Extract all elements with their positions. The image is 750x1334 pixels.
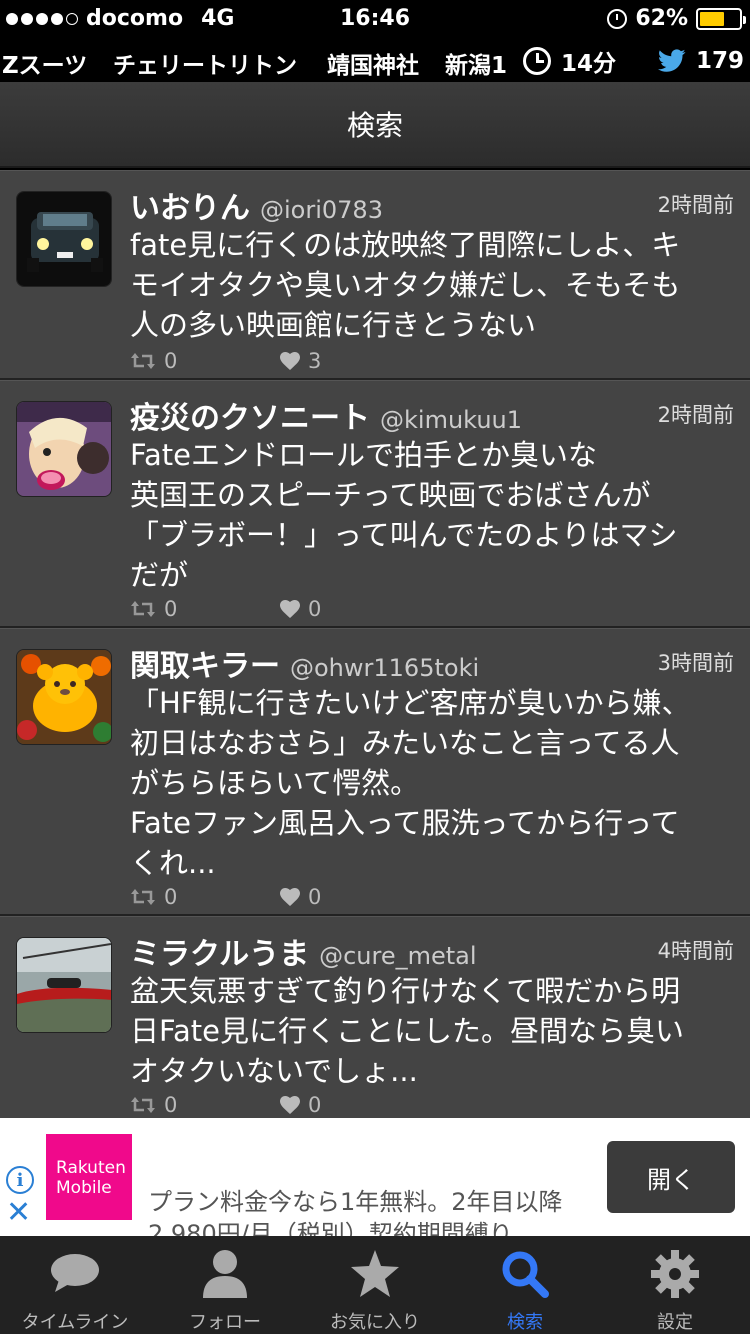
retweet-button[interactable]: 0 xyxy=(130,349,280,373)
tweet-text: Fateエンドロールで拍手とか臭いな 英国王のスピーチって映画でおばさんが 「ブ… xyxy=(130,438,678,592)
clock-icon xyxy=(522,47,551,75)
ad-open-button[interactable]: 開く xyxy=(607,1141,735,1213)
tab-search[interactable]: 検索 xyxy=(450,1236,600,1334)
page-header: 検索 xyxy=(0,82,750,168)
heart-icon xyxy=(280,888,300,906)
ad-logo[interactable]: Rakuten Mobile xyxy=(46,1134,132,1220)
retweet-button[interactable]: 0 xyxy=(130,1093,280,1117)
like-count: 3 xyxy=(308,349,322,373)
tweet-text: 「HF観に行きたいけど客席が臭いから嫌、 初日はなおさら」みたいなこと言ってる人… xyxy=(130,686,691,880)
like-count: 0 xyxy=(308,597,322,621)
trends-status: 14分 179 xyxy=(518,40,750,82)
battery-fill xyxy=(700,11,724,26)
heart-icon xyxy=(280,600,300,618)
user-handle[interactable]: @ohwr1165toki xyxy=(290,654,479,682)
tweet-header: 疫災のクソニート @kimukuu1 2時間前 xyxy=(130,393,734,436)
tweet-actions: 0 0 xyxy=(130,597,430,621)
tweet-header: ミラクルうま @cure_metal 4時間前 xyxy=(130,929,734,972)
close-icon[interactable]: ✕ xyxy=(6,1198,31,1228)
tab-settings[interactable]: 設定 xyxy=(600,1236,750,1334)
tweet-header: いおりん @iori0783 2時間前 xyxy=(130,183,734,226)
tab-label: お気に入り xyxy=(330,1312,420,1333)
avatar[interactable] xyxy=(16,937,112,1033)
retweet-icon xyxy=(131,889,155,905)
search-icon xyxy=(502,1251,549,1298)
tweet-actions: 0 0 xyxy=(130,1093,430,1117)
tab-label: 検索 xyxy=(507,1312,543,1333)
tab-label: タイムライン xyxy=(21,1312,129,1333)
retweet-icon xyxy=(131,601,155,617)
tweet-item[interactable]: 疫災のクソニート @kimukuu1 2時間前 Fateエンドロールで拍手とか臭い… xyxy=(0,380,750,628)
ad-logo-line1: Rakuten xyxy=(56,1158,126,1178)
retweet-count: 0 xyxy=(164,597,178,621)
tweet-time: 3時間前 xyxy=(657,651,734,675)
avatar[interactable] xyxy=(16,649,112,745)
tab-label: フォロー xyxy=(189,1312,261,1333)
retweet-count: 0 xyxy=(164,1093,178,1117)
trend-item[interactable]: 靖国神社 xyxy=(327,46,419,80)
star-icon xyxy=(351,1250,399,1297)
trend-item[interactable]: Zスーツ xyxy=(2,46,87,80)
tweet-text: fate見に行くのは放映終了間際にしよ、キ モイオタクや臭いオタク嫌だし、そもそ… xyxy=(130,228,681,342)
info-icon[interactable]: i xyxy=(6,1166,34,1194)
gear-icon xyxy=(651,1250,699,1298)
tweet-item[interactable]: いおりん @iori0783 2時間前 fate見に行くのは放映終了間際にしよ、キ… xyxy=(0,170,750,380)
ad-logo-line2: Mobile xyxy=(56,1178,112,1198)
speech-bubble-icon xyxy=(51,1254,99,1292)
tweet-header: 関取キラー @ohwr1165toki 3時間前 xyxy=(130,641,734,684)
tweet-item[interactable]: ミラクルうま @cure_metal 4時間前 盆天気悪すぎて釣り行けなくて暇だか… xyxy=(0,916,750,1120)
retweet-button[interactable]: 0 xyxy=(130,885,280,909)
avatar[interactable] xyxy=(16,401,112,497)
user-handle[interactable]: @cure_metal xyxy=(319,942,476,970)
retweet-count: 0 xyxy=(164,885,178,909)
avatar[interactable] xyxy=(16,191,112,287)
user-handle[interactable]: @kimukuu1 xyxy=(380,406,522,434)
tab-bar: タイムライン フォロー お気に入り 検索 設定 xyxy=(0,1236,750,1334)
trend-item[interactable]: チェリートリトン xyxy=(113,46,297,80)
battery-icon xyxy=(696,7,746,30)
bird-icon xyxy=(657,49,686,72)
like-count: 0 xyxy=(308,1093,322,1117)
like-count: 0 xyxy=(308,885,322,909)
status-bar: docomo 4G 16:46 62% xyxy=(0,0,750,40)
tweet-feed[interactable]: いおりん @iori0783 2時間前 fate見に行くのは放映終了間際にしよ、キ… xyxy=(0,170,750,1120)
retweet-icon xyxy=(131,1097,155,1113)
heart-icon xyxy=(280,1096,300,1114)
status-right: 62% xyxy=(607,6,746,31)
tab-timeline[interactable]: タイムライン xyxy=(0,1236,150,1334)
trend-item[interactable]: 新潟1 xyxy=(445,46,507,80)
like-button[interactable]: 0 xyxy=(280,597,430,621)
like-button[interactable]: 3 xyxy=(280,349,430,373)
ad-banner[interactable]: i ✕ Rakuten Mobile プラン料金今なら1年無料。2年目以降2,9… xyxy=(0,1118,750,1236)
heart-icon xyxy=(280,352,300,370)
user-name[interactable]: 疫災のクソニート xyxy=(130,401,370,436)
trends-bar[interactable]: Zスーツ チェリートリトン 靖国神社 新潟1 14分 179 xyxy=(0,40,750,82)
user-handle[interactable]: @iori0783 xyxy=(260,196,383,224)
tweet-text: 盆天気悪すぎて釣り行けなくて暇だから明 日Fate見に行くことにした。昼間なら臭… xyxy=(130,974,685,1088)
tab-follow[interactable]: フォロー xyxy=(150,1236,300,1334)
bird-count: 179 xyxy=(695,48,744,74)
refresh-interval: 14分 xyxy=(560,51,616,77)
tab-label: 設定 xyxy=(657,1312,693,1333)
battery-percent: 62% xyxy=(635,6,688,31)
retweet-count: 0 xyxy=(164,349,178,373)
retweet-button[interactable]: 0 xyxy=(130,597,280,621)
alarm-icon xyxy=(607,8,628,29)
retweet-icon xyxy=(131,353,155,369)
tweet-actions: 0 3 xyxy=(130,349,430,373)
user-name[interactable]: ミラクルうま xyxy=(130,937,309,972)
person-icon xyxy=(203,1250,247,1298)
page-title: 検索 xyxy=(346,109,403,142)
user-name[interactable]: 関取キラー xyxy=(130,649,280,684)
tweet-time: 2時間前 xyxy=(657,403,734,427)
like-button[interactable]: 0 xyxy=(280,1093,430,1117)
tweet-actions: 0 0 xyxy=(130,885,430,909)
like-button[interactable]: 0 xyxy=(280,885,430,909)
ad-text[interactable]: プラン料金今なら1年無料。2年目以降2,980円/月（税別）契約期間縛り xyxy=(148,1186,588,1236)
tweet-item[interactable]: 関取キラー @ohwr1165toki 3時間前 「HF観に行きたいけど客席が臭い… xyxy=(0,628,750,916)
tweet-time: 2時間前 xyxy=(657,193,734,217)
tab-favorites[interactable]: お気に入り xyxy=(300,1236,450,1334)
user-name[interactable]: いおりん xyxy=(130,191,250,226)
tweet-time: 4時間前 xyxy=(657,939,734,963)
